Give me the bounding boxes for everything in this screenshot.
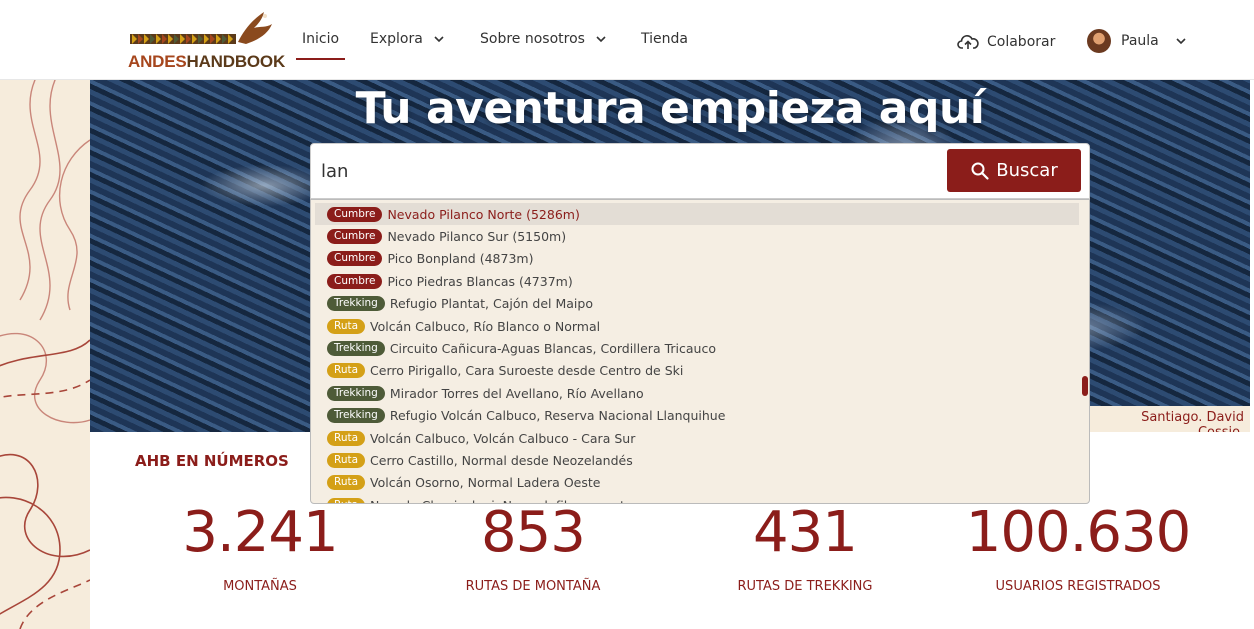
suggestion-type-badge: Trekking	[327, 296, 385, 312]
site-header: ANDESHANDBOOK Inicio Explora Sobre nosot…	[0, 0, 1254, 80]
cloud-upload-icon	[957, 35, 979, 49]
nav-explora-label: Explora	[370, 31, 423, 47]
suggestion-item[interactable]: Trekking Refugio Volcán Calbuco, Reserva …	[315, 405, 1079, 427]
nav-inicio[interactable]: Inicio	[295, 31, 346, 60]
suggestion-type-badge: Cumbre	[327, 251, 383, 267]
stats-heading: AHB EN NÚMEROS	[135, 452, 289, 470]
suggestion-label: Volcán Calbuco, Volcán Calbuco - Cara Su…	[370, 430, 636, 446]
search-button-label: Buscar	[996, 160, 1058, 181]
stat-mountains-value: 3.241	[182, 500, 338, 565]
hero-title: Tu aventura empieza aquí	[355, 83, 985, 134]
andeshandbook-logo[interactable]: ANDESHANDBOOK	[126, 10, 285, 72]
collaborate-label: Colaborar	[987, 34, 1056, 50]
avatar	[1087, 29, 1111, 53]
suggestion-label: Circuito Cañicura-Aguas Blancas, Cordill…	[389, 340, 716, 356]
suggestion-type-badge: Cumbre	[327, 273, 383, 289]
search-input[interactable]	[321, 156, 931, 186]
stat-mountain-routes-label: RUTAS DE MONTAÑA	[465, 579, 601, 594]
suggestion-label: Refugio Plantat, Cajón del Maipo	[389, 296, 593, 312]
suggestion-label: Nevado Pilanco Sur (5150m)	[387, 228, 567, 244]
suggestion-label: Pico Bonpland (4873m)	[387, 251, 534, 267]
suggestion-label: Cerro Castillo, Normal desde Neozelandés	[370, 452, 633, 468]
stat-mountain-routes-value: 853	[481, 500, 586, 565]
suggestion-type-badge: Trekking	[327, 340, 385, 356]
suggestion-type-badge: Cumbre	[327, 206, 383, 222]
suggestion-item[interactable]: Cumbre Pico Piedras Blancas (4737m)	[315, 270, 1079, 292]
suggestion-item[interactable]: Cumbre Nevado Pilanco Norte (5286m)	[315, 203, 1079, 225]
stat-users-label: USUARIOS REGISTRADOS	[995, 579, 1161, 594]
suggestion-item[interactable]: Ruta Cerro Castillo, Normal desde Neozela…	[315, 449, 1079, 471]
stat-mountains-label: MONTAÑAS	[223, 579, 297, 594]
suggestion-type-badge: Ruta	[327, 475, 366, 491]
user-menu[interactable]: Paula	[1087, 29, 1187, 53]
suggestion-item[interactable]: Ruta Volcán Calbuco, Volcán Calbuco - Car…	[315, 427, 1079, 449]
stat-trekking-routes-value: 431	[753, 500, 858, 565]
nav-sobre-nosotros-label: Sobre nosotros	[480, 31, 585, 47]
nav-sobre-nosotros[interactable]: Sobre nosotros	[480, 31, 607, 47]
collaborate-button[interactable]: Colaborar	[957, 33, 1055, 51]
nav-tienda-label: Tienda	[641, 31, 688, 47]
nav-explora[interactable]: Explora	[370, 31, 445, 47]
scrollbar-thumb[interactable]	[1082, 376, 1088, 396]
suggestion-type-badge: Ruta	[327, 318, 366, 334]
search-bar: Buscar	[310, 143, 1090, 199]
logo-text: ANDESHANDBOOK	[128, 52, 286, 71]
chevron-down-icon	[596, 36, 606, 43]
logo-pattern-icon	[130, 12, 272, 44]
suggestion-type-badge: Ruta	[327, 452, 366, 468]
suggestion-label: Cerro Pirigallo, Cara Suroeste desde Cen…	[370, 363, 684, 379]
photo-credit: Santiago. David Cossio.	[1090, 406, 1250, 432]
suggestion-label: Nevado Pilanco Norte (5286m)	[387, 206, 580, 222]
suggestion-label: Volcán Calbuco, Río Blanco o Normal	[370, 318, 601, 334]
suggestion-item[interactable]: Cumbre Pico Bonpland (4873m)	[315, 248, 1079, 270]
suggestion-item[interactable]: Trekking Circuito Cañicura-Aguas Blancas,…	[315, 337, 1079, 359]
stat-trekking-routes-label: RUTAS DE TREKKING	[737, 579, 873, 594]
suggestion-type-badge: Ruta	[327, 363, 366, 379]
stat-users-value: 100.630	[965, 500, 1192, 565]
user-name: Paula	[1121, 33, 1159, 49]
suggestion-item[interactable]: Ruta Volcán Calbuco, Río Blanco o Normal	[315, 315, 1079, 337]
nav-tienda[interactable]: Tienda	[641, 31, 688, 47]
suggestion-item[interactable]: Cumbre Nevado Pilanco Sur (5150m)	[315, 225, 1079, 247]
suggestion-label: Pico Piedras Blancas (4737m)	[387, 273, 573, 289]
nav-inicio-label: Inicio	[302, 31, 340, 47]
suggestion-type-badge: Trekking	[327, 408, 385, 424]
search-suggestions: Cumbre Nevado Pilanco Norte (5286m) Cumbre…	[310, 199, 1090, 504]
chevron-down-icon	[434, 36, 444, 43]
suggestion-item[interactable]: Ruta Cerro Pirigallo, Cara Suroeste desde…	[315, 360, 1079, 382]
chevron-down-icon	[1176, 38, 1186, 45]
suggestion-label: Refugio Volcán Calbuco, Reserva Nacional…	[389, 408, 726, 424]
topographic-decoration	[0, 80, 90, 629]
search-button[interactable]: Buscar	[947, 149, 1081, 192]
suggestion-label: Mirador Torres del Avellano, Río Avellan…	[389, 385, 644, 401]
suggestion-label: Volcán Osorno, Normal Ladera Oeste	[370, 475, 601, 491]
suggestion-item[interactable]: Trekking Mirador Torres del Avellano, Río…	[315, 382, 1079, 404]
suggestion-type-badge: Trekking	[327, 385, 385, 401]
search-icon	[971, 162, 989, 180]
suggestion-item[interactable]: Trekking Refugio Plantat, Cajón del Maipo	[315, 293, 1079, 315]
suggestion-item[interactable]: Ruta Volcán Osorno, Normal Ladera Oeste	[315, 472, 1079, 494]
suggestion-type-badge: Ruta	[327, 430, 366, 446]
suggestion-type-badge: Cumbre	[327, 228, 383, 244]
